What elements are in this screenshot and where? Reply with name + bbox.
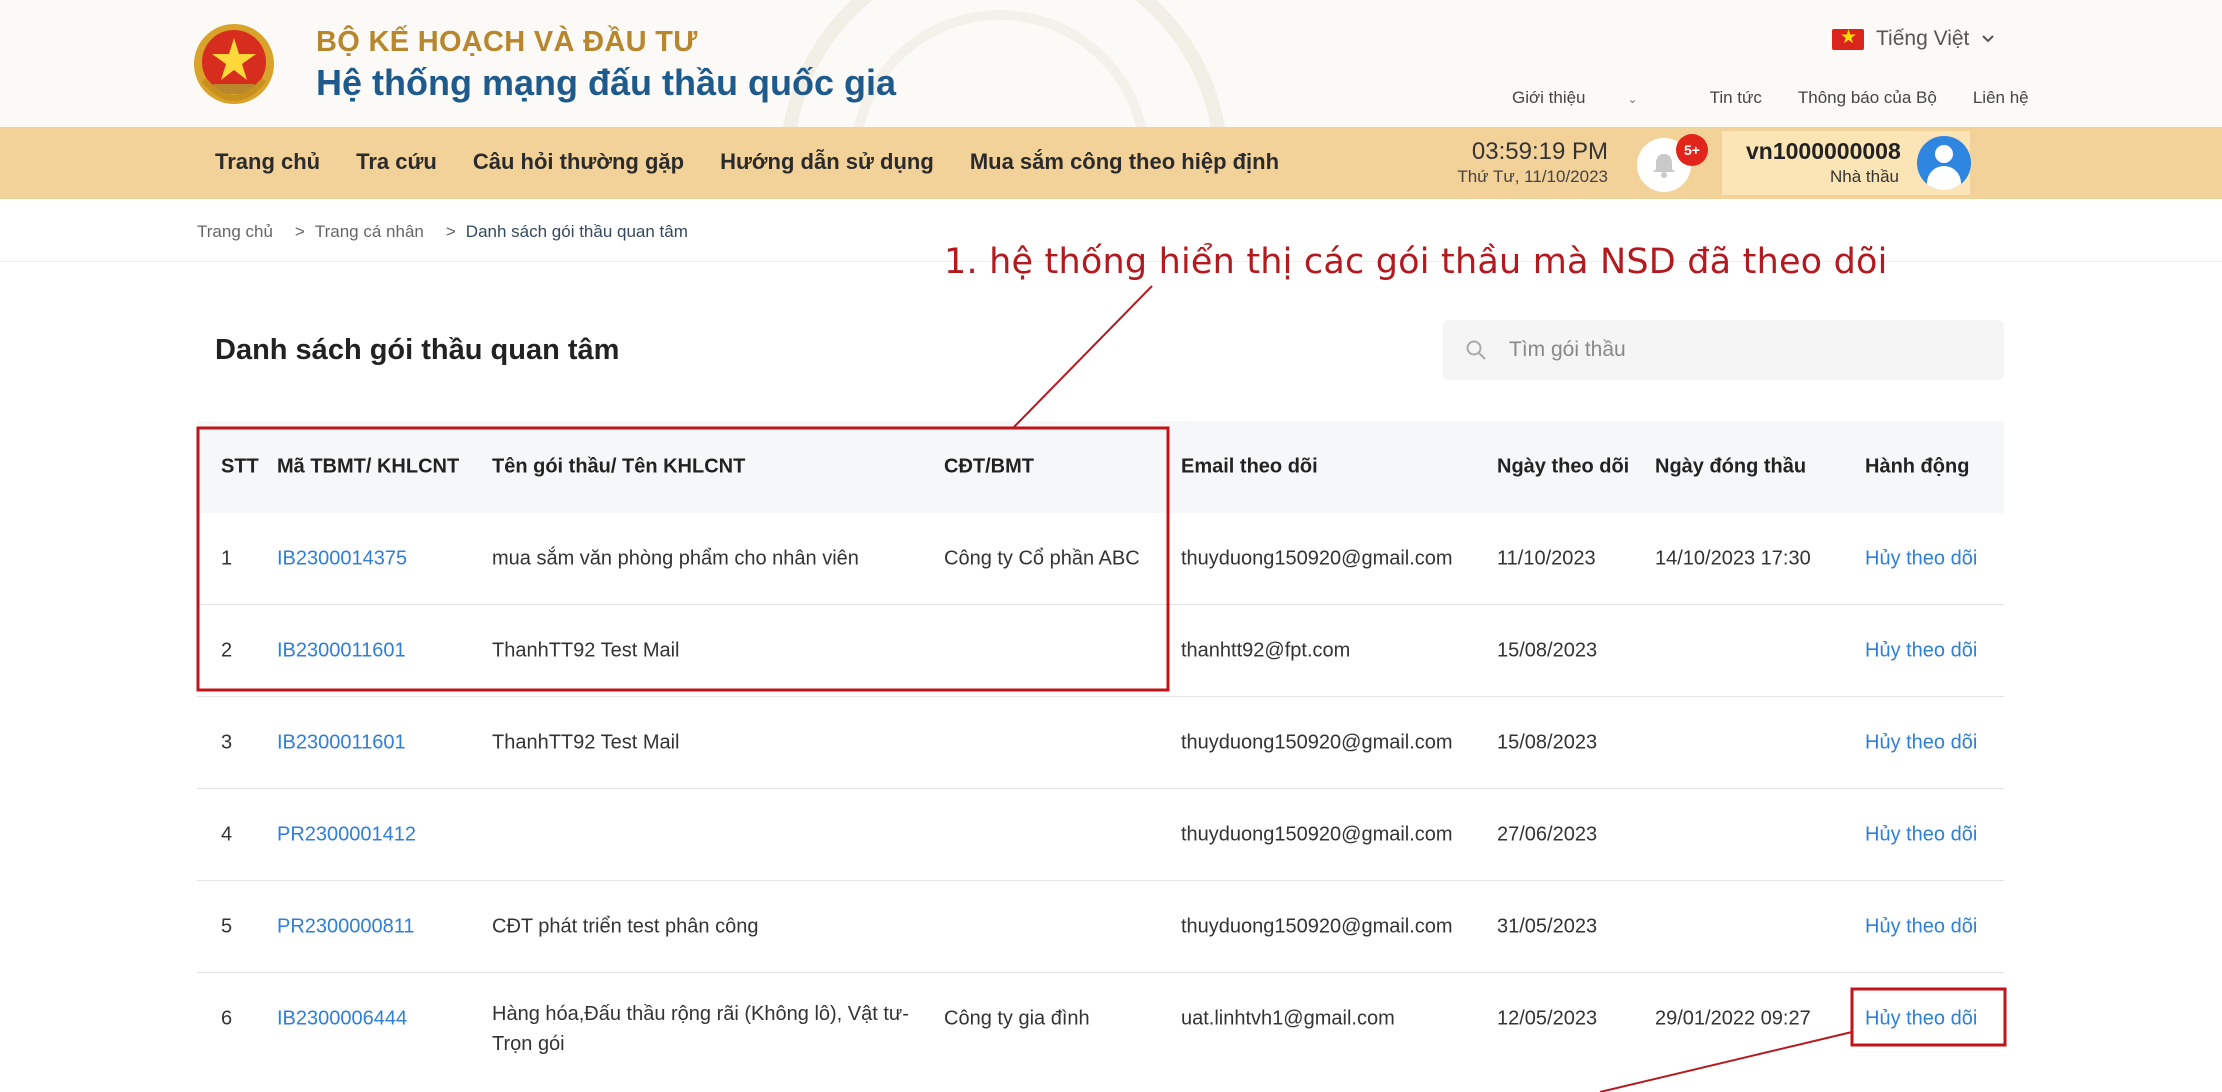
chevron-down-icon: ⌄ [1627,92,1638,106]
annotation-pointer-line [1012,285,1153,429]
col-action: Hành động [1865,455,1970,478]
table-row: 4 PR2300001412 thuyduong150920@gmail.com… [197,789,2004,881]
row-email: thuyduong150920@gmail.com [1181,547,1453,569]
row-name: ThanhTT92 Test Mail [492,639,680,661]
breadcrumb-home[interactable]: Trang chủ [197,222,273,242]
col-stt: STT [221,455,259,478]
row-follow-date: 27/06/2023 [1497,823,1598,845]
nav-item-mua-sam[interactable]: Mua sắm công theo hiệp định [970,149,1279,175]
user-name[interactable]: vn1000000008 [1746,138,1901,165]
search-box[interactable] [1443,320,2004,380]
top-link-tin-tuc[interactable]: Tin tức [1710,88,1762,108]
row-stt: 4 [221,823,233,845]
row-stt: 1 [221,547,233,569]
breadcrumb-separator: > [294,222,305,241]
table-row: 6 IB2300006444 Hàng hóa,Đấu thầu rộng rã… [197,973,2004,1064]
table-row: 5 PR2300000811 CĐT phát triển test phân … [197,881,2004,973]
col-code: Mã TBMT/ KHLCNT [277,455,460,478]
row-owner: Công ty gia đình [944,1007,1090,1029]
row-email: thuyduong150920@gmail.com [1181,915,1453,937]
nav-item-huong-dan[interactable]: Hướng dẫn sử dụng [720,149,934,175]
row-code-link[interactable]: PR2300000811 [277,915,415,938]
national-emblem-icon[interactable] [190,20,278,112]
table-row: 2 IB2300011601 ThanhTT92 Test Mail thanh… [197,605,2004,697]
row-name: mua sắm văn phòng phẩm cho nhân viên [492,547,859,569]
col-email: Email theo dõi [1181,455,1318,478]
row-email: thuyduong150920@gmail.com [1181,823,1453,845]
row-code-link[interactable]: PR2300001412 [277,823,416,846]
nav-item-trang-chu[interactable]: Trang chủ [215,149,320,175]
row-close-date: 29/01/2022 09:27 [1655,1007,1811,1029]
row-follow-date: 12/05/2023 [1497,1007,1598,1029]
search-icon [1466,340,1486,360]
unfollow-button[interactable]: Hủy theo dõi [1865,915,1977,938]
nav-menu: Trang chủ Tra cứu Câu hỏi thường gặp Hướ… [215,149,1315,175]
breadcrumb-profile[interactable]: Trang cá nhân [315,222,424,242]
breadcrumb-current: Danh sách gói thầu quan tâm [465,222,688,241]
avatar[interactable] [1917,136,1971,190]
top-link-gioi-thieu[interactable]: Giới thiệu ⌄ [1512,88,1674,108]
page: BỘ KẾ HOẠCH VÀ ĐẦU TƯ Hệ thống mạng đấu … [0,0,2222,1092]
vietnam-flag-icon [1832,26,1864,50]
row-close-date: 14/10/2023 17:30 [1655,547,1811,569]
unfollow-button[interactable]: Hủy theo dõi [1865,823,1977,846]
row-follow-date: 15/08/2023 [1497,639,1598,661]
row-follow-date: 11/10/2023 [1497,547,1596,569]
row-code-link[interactable]: IB2300006444 [277,1007,407,1030]
nav-item-cau-hoi[interactable]: Câu hỏi thường gặp [473,149,684,175]
clock-date: Thứ Tư, 11/10/2023 [1457,167,1608,186]
language-label: Tiếng Việt [1876,27,1970,50]
search-input[interactable] [1507,337,1971,363]
unfollow-button[interactable]: Hủy theo dõi [1865,731,1977,754]
language-selector[interactable]: Tiếng Việt [1832,26,1995,51]
breadcrumb: Trang chủ > Trang cá nhân > Danh sách gó… [197,222,688,242]
user-role: Nhà thầu [1830,167,1899,186]
unfollow-button[interactable]: Hủy theo dõi [1865,1007,1977,1030]
row-name: Hàng hóa,Đấu thầu rộng rãi (Không lô), V… [492,1003,909,1055]
row-email: uat.linhtvh1@gmail.com [1181,1007,1395,1029]
system-name[interactable]: Hệ thống mạng đấu thầu quốc gia [316,62,896,104]
top-link-label: Giới thiệu [1512,88,1586,107]
row-follow-date: 31/05/2023 [1497,915,1598,937]
notification-badge: 5+ [1676,134,1708,166]
row-stt: 6 [221,1007,233,1029]
row-follow-date: 15/08/2023 [1497,731,1598,753]
annotation-text: 1. hệ thống hiển thị các gói thầu mà NSD… [944,242,1888,282]
col-owner: CĐT/BMT [944,455,1034,478]
chevron-down-icon [1982,35,1995,43]
row-code-link[interactable]: IB2300011601 [277,639,406,662]
col-close-date: Ngày đóng thầu [1655,455,1807,478]
table-row: 3 IB2300011601 ThanhTT92 Test Mail thuyd… [197,697,2004,789]
nav-item-tra-cuu[interactable]: Tra cứu [356,149,437,175]
table-header: STT Mã TBMT/ KHLCNT Tên gói thầu/ Tên KH… [197,421,2004,513]
breadcrumb-separator: > [445,222,456,241]
unfollow-button[interactable]: Hủy theo dõi [1865,639,1977,662]
followed-bids-table: STT Mã TBMT/ KHLCNT Tên gói thầu/ Tên KH… [197,421,2004,1064]
row-stt: 5 [221,915,233,937]
col-name: Tên gói thầu/ Tên KHLCNT [492,455,746,478]
top-link-thong-bao[interactable]: Thông báo của Bộ [1798,88,1937,108]
row-owner: Công ty Cổ phần ABC [944,547,1140,569]
row-email: thuyduong150920@gmail.com [1181,731,1453,753]
page-title: Danh sách gói thầu quan tâm [215,334,620,366]
row-name: CĐT phát triển test phân công [492,915,759,937]
top-links: Giới thiệu ⌄ Tin tức Thông báo của Bộ Liê… [1512,88,2029,108]
col-follow-date: Ngày theo dõi [1497,455,1630,478]
clock: 03:59:19 PM Thứ Tư, 11/10/2023 [1430,138,1608,187]
table-row: 1 IB2300014375 mua sắm văn phòng phẩm ch… [197,513,2004,605]
unfollow-button[interactable]: Hủy theo dõi [1865,547,1977,570]
row-code-link[interactable]: IB2300014375 [277,547,407,570]
row-code-link[interactable]: IB2300011601 [277,731,406,754]
row-stt: 2 [221,639,233,661]
clock-time: 03:59:19 PM [1471,138,1608,165]
bell-icon [1653,154,1675,178]
row-stt: 3 [221,731,233,753]
row-name: ThanhTT92 Test Mail [492,731,680,753]
row-email: thanhtt92@fpt.com [1181,639,1351,661]
top-link-lien-he[interactable]: Liên hệ [1973,88,2029,108]
org-name: BỘ KẾ HOẠCH VÀ ĐẦU TƯ [316,26,698,58]
